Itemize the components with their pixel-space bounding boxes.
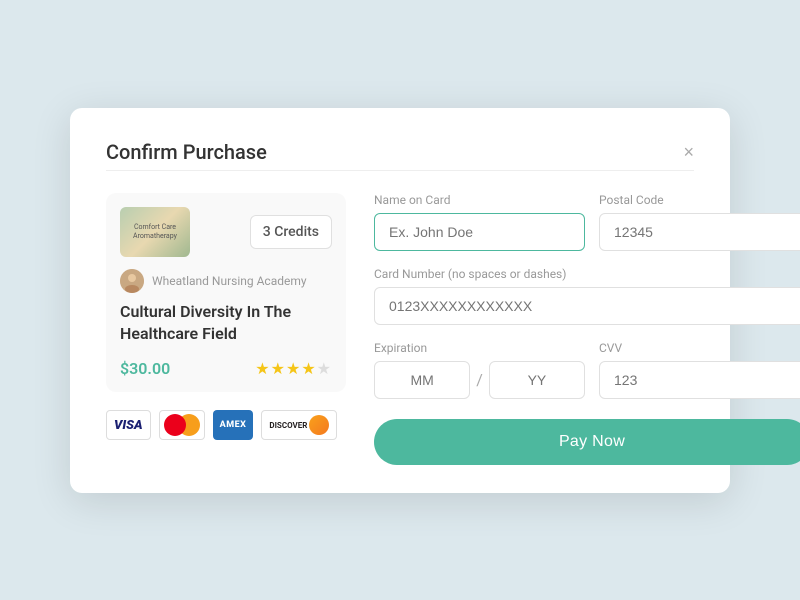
mastercard-logo [159,410,205,440]
modal-title: Confirm Purchase [106,140,267,164]
course-thumbnail: Comfort CareAromatherapy [120,207,190,257]
course-title: Cultural Diversity In The Healthcare Fie… [120,301,332,346]
discover-circle [309,415,329,435]
postal-group: Postal Code [599,193,800,251]
expiry-label: Expiration [374,341,585,355]
postal-label: Postal Code [599,193,800,207]
name-label: Name on Card [374,193,585,207]
expiry-group: Expiration / [374,341,585,399]
expiry-slash: / [476,370,483,389]
course-card: Comfort CareAromatherapy 3 Credits Wheat… [106,193,346,393]
thumbnail-label: Comfort CareAromatherapy [133,223,177,240]
pay-now-button[interactable]: Pay Now [374,419,800,465]
close-button[interactable]: × [683,143,694,161]
credits-badge: 3 Credits [250,215,332,249]
instructor-name: Wheatland Nursing Academy [152,274,307,288]
card-label: Card Number (no spaces or dashes) [374,267,800,281]
name-postal-row: Name on Card Postal Code [374,193,800,251]
yy-input[interactable] [489,361,585,399]
postal-input[interactable] [599,213,800,251]
thumbnail-image: Comfort CareAromatherapy [120,207,190,257]
expiry-inputs: / [374,361,585,399]
left-column: Comfort CareAromatherapy 3 Credits Wheat… [106,193,346,465]
instructor-row: Wheatland Nursing Academy [120,269,332,293]
course-price: $30.00 [120,359,170,378]
cvv-input[interactable] [599,361,800,399]
card-number-group: Card Number (no spaces or dashes) [374,267,800,325]
amex-logo: AMEX [213,410,254,440]
course-stars: ★★★★★ [255,359,332,378]
right-column: Name on Card Postal Code Card Number (no… [374,193,800,465]
mm-input[interactable] [374,361,470,399]
name-group: Name on Card [374,193,585,251]
course-image-row: Comfort CareAromatherapy 3 Credits [120,207,332,257]
name-input[interactable] [374,213,585,251]
mc-red-circle [164,414,186,436]
visa-logo: VISA [106,410,151,440]
course-footer: $30.00 ★★★★★ [120,359,332,378]
expiry-cvv-row: Expiration / CVV [374,341,800,399]
cvv-label: CVV [599,341,800,355]
discover-logo: DISCOVER [261,410,337,440]
payment-logos: VISA AMEX DISCOVER [106,410,346,440]
modal-header: Confirm Purchase × [106,140,694,164]
cvv-group: CVV [599,341,800,399]
card-number-input[interactable] [374,287,800,325]
header-divider [106,170,694,171]
instructor-avatar [120,269,144,293]
confirm-purchase-modal: Confirm Purchase × Comfort CareAromather… [70,108,730,493]
modal-body: Comfort CareAromatherapy 3 Credits Wheat… [106,193,694,465]
